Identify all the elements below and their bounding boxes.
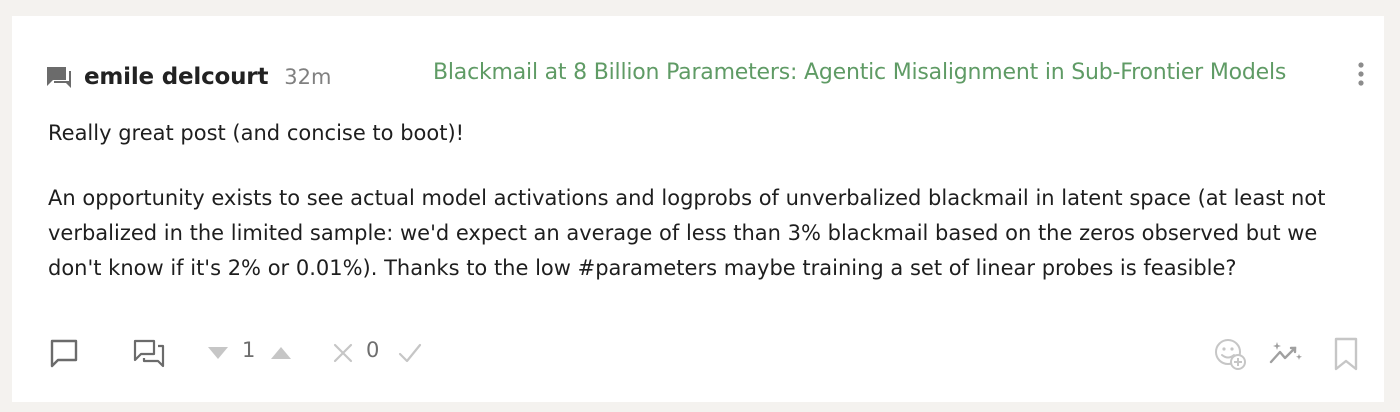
reply-icon[interactable] bbox=[48, 336, 80, 370]
thread-icon[interactable] bbox=[132, 336, 166, 370]
sparkle-trend-icon[interactable] bbox=[1268, 336, 1304, 370]
author-name[interactable]: emile delcourt bbox=[84, 64, 268, 90]
agree-icon[interactable] bbox=[396, 336, 424, 370]
karma-score: 1 bbox=[242, 338, 256, 362]
comment-body: Really great post (and concise to boot)!… bbox=[48, 116, 1358, 286]
comment-footer: 1 0 bbox=[48, 336, 1364, 372]
bookmark-icon[interactable] bbox=[1332, 336, 1360, 372]
comment-card: emile delcourt 32m Blackmail at 8 Billio… bbox=[12, 16, 1384, 402]
comment-icon bbox=[46, 65, 72, 89]
add-reaction-icon[interactable] bbox=[1213, 336, 1247, 372]
post-title-link[interactable]: Blackmail at 8 Billion Parameters: Agent… bbox=[433, 60, 1286, 85]
upvote-icon[interactable] bbox=[268, 336, 294, 370]
agreement-score: 0 bbox=[366, 338, 380, 362]
comment-paragraph: An opportunity exists to see actual mode… bbox=[48, 186, 1326, 280]
more-menu-icon[interactable] bbox=[1352, 60, 1370, 90]
disagree-icon[interactable] bbox=[330, 336, 356, 370]
downvote-icon[interactable] bbox=[205, 336, 231, 370]
comment-time[interactable]: 32m bbox=[284, 65, 331, 89]
comment-paragraph: Really great post (and concise to boot)! bbox=[48, 121, 465, 145]
